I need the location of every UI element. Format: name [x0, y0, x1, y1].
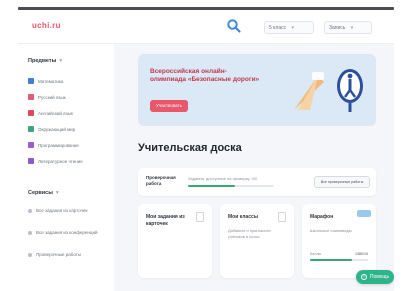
- check-work-progress-fill: [188, 185, 236, 187]
- card-progress: [310, 259, 368, 261]
- sidebar-item-label: Окружающий мир: [38, 126, 76, 132]
- sidebar-item-reading[interactable]: Литературное чтение: [28, 158, 83, 164]
- main-content: Всероссийская онлайн-олимпиада «Безопасн…: [114, 44, 394, 291]
- header: uchi.ru 5 класс ▾ Запись ▾: [18, 10, 394, 44]
- question-icon: ?: [360, 274, 367, 280]
- sidebar-item-label: Проверочные работы: [36, 252, 82, 257]
- sidebar-item-label: Русский язык: [38, 94, 66, 100]
- sidebar-item-label: Английский язык: [38, 110, 73, 116]
- account-select-value: Запись: [329, 25, 346, 31]
- help-button[interactable]: ? Помощь: [356, 270, 394, 284]
- sidebar-item-label: Программирование: [38, 142, 79, 148]
- russian-icon: [28, 94, 34, 100]
- code-icon: [28, 142, 34, 148]
- sidebar-item-check-works[interactable]: Проверочные работы: [28, 252, 100, 258]
- chevron-down-icon: ▾: [291, 25, 295, 31]
- bullet-icon: [28, 209, 32, 213]
- banner-text: Всероссийская онлайн-олимпиада «Безопасн…: [150, 68, 260, 83]
- card-my-classes[interactable]: Мои классы Добавьте и пригласите ученико…: [220, 204, 294, 278]
- english-icon: [28, 110, 34, 116]
- sidebar-item-label: Все задания из конференций: [36, 230, 98, 235]
- check-work-card: Проверочная работа Задания, доступные на…: [138, 168, 376, 196]
- subjects-title[interactable]: Предметы ▾: [28, 58, 62, 64]
- sidebar-item-programming[interactable]: Программирование: [28, 142, 79, 148]
- card-desc: Добавьте и пригласите учеников в класс: [228, 228, 271, 239]
- bullet-icon: [28, 231, 32, 235]
- all-check-works-button[interactable]: Все проверочные работы: [314, 176, 370, 188]
- document-icon: [278, 212, 286, 222]
- class-select[interactable]: 5 класс ▾: [264, 21, 314, 34]
- card-my-tasks[interactable]: Мои задания из карточек: [138, 204, 212, 278]
- card-title: Марафон: [310, 214, 334, 220]
- logo[interactable]: uchi.ru: [32, 21, 61, 30]
- promo-banner[interactable]: Всероссийская онлайн-олимпиада «Безопасн…: [138, 54, 376, 126]
- road-sign-icon: [294, 72, 324, 110]
- help-label: Помощь: [369, 274, 390, 280]
- card-marathon[interactable]: Марафон Школьные олимпиады Баллы 1380/10: [302, 204, 376, 278]
- search-icon[interactable]: [226, 18, 242, 34]
- card-title: Мои задания из карточек: [146, 214, 185, 227]
- pedestrian-sign-icon: [337, 69, 363, 112]
- world-icon: [28, 126, 34, 132]
- card-bar-value: 1380/10: [355, 252, 368, 256]
- card-progress-fill: [310, 259, 352, 261]
- chevron-down-icon: ▾: [59, 58, 63, 64]
- sidebar-item-label: Литературное чтение: [38, 158, 83, 164]
- card-desc: Школьные олимпиады: [310, 228, 352, 233]
- document-icon: [196, 212, 204, 222]
- banner-button[interactable]: Участвовать: [150, 100, 188, 112]
- sidebar-item-math[interactable]: Математика: [28, 78, 63, 84]
- page-title: Учительская доска: [138, 142, 242, 154]
- chevron-down-icon: ▾: [350, 25, 354, 31]
- sidebar-item-label: Математика: [38, 78, 64, 84]
- badge-icon: [357, 210, 371, 217]
- sidebar-item-conference-tasks[interactable]: Все задания из конференций: [28, 230, 100, 236]
- class-select-value: 5 класс: [269, 25, 287, 31]
- check-work-desc: Задания, доступные на проверку: 0/0: [188, 176, 258, 181]
- math-icon: [28, 78, 34, 84]
- account-select[interactable]: Запись ▾: [324, 21, 372, 34]
- sidebar-item-label: Все задания из карточек: [36, 208, 88, 213]
- check-work-progress: [188, 185, 274, 187]
- services-title[interactable]: Сервисы ▾: [28, 190, 59, 196]
- card-bar-label: Баллы: [310, 252, 322, 256]
- check-work-label: Проверочная работа: [146, 175, 176, 186]
- sidebar: Предметы ▾ Математика Русский язык Англий…: [18, 44, 114, 291]
- chevron-down-icon: ▾: [55, 190, 59, 196]
- reading-icon: [28, 158, 34, 164]
- card-title: Мои классы: [228, 214, 259, 220]
- sidebar-item-russian[interactable]: Русский язык: [28, 94, 66, 100]
- subjects-title-text: Предметы: [28, 58, 57, 64]
- sidebar-item-world[interactable]: Окружающий мир: [28, 126, 75, 132]
- sidebar-item-english[interactable]: Английский язык: [28, 110, 73, 116]
- sidebar-item-card-tasks[interactable]: Все задания из карточек: [28, 208, 100, 214]
- bullet-icon: [28, 253, 32, 257]
- services-title-text: Сервисы: [28, 190, 53, 196]
